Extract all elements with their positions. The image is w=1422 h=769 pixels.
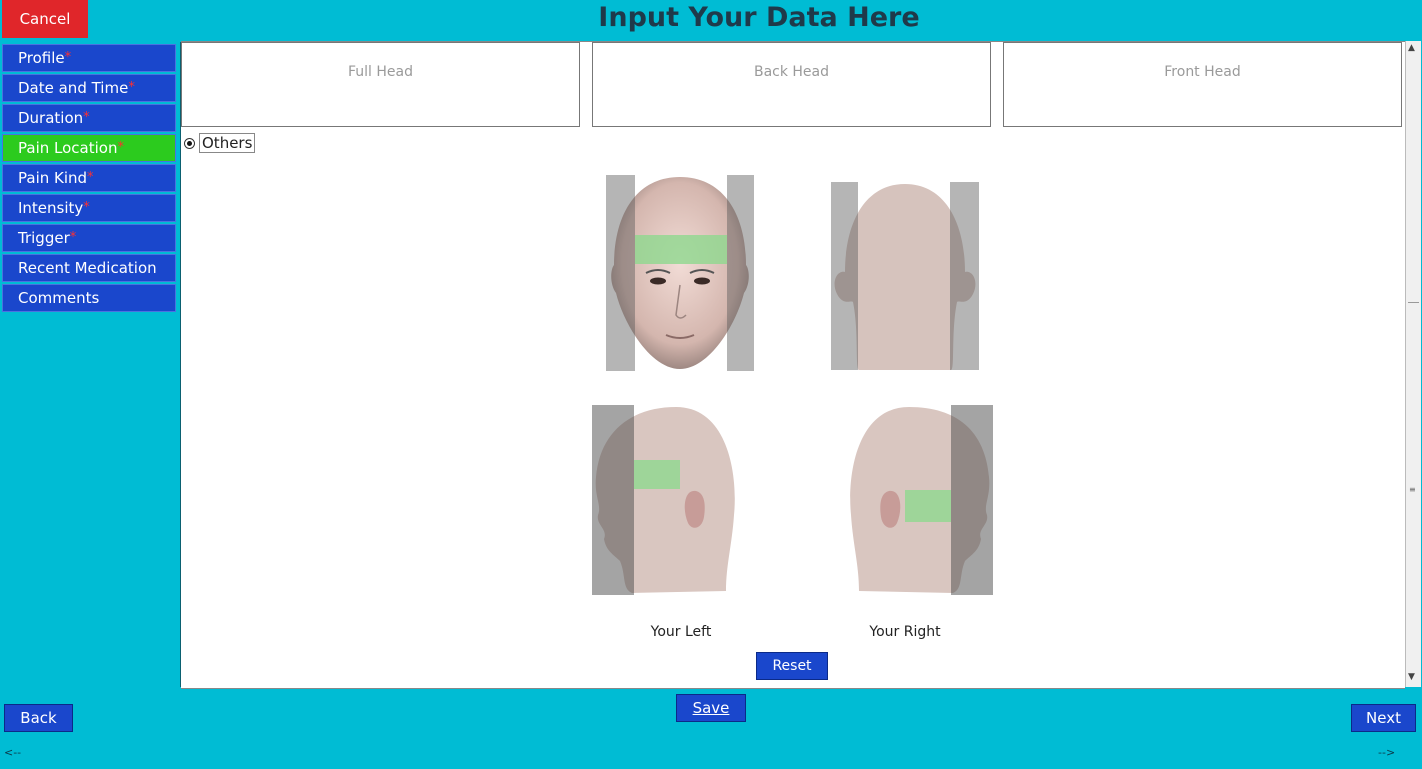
scroll-up-arrow-icon[interactable]: ▲ xyxy=(1408,43,1415,53)
required-marker: * xyxy=(83,200,90,215)
right-profile-head-image[interactable] xyxy=(847,405,993,595)
sidebar-item-comments[interactable]: Comments xyxy=(2,284,176,312)
required-marker: * xyxy=(128,80,135,95)
your-right-caption: Your Right xyxy=(869,624,941,640)
pain-location-panel: Full Head Back Head Front Head Others Yo… xyxy=(181,41,1405,689)
sidebar-item-label: Date and Time xyxy=(18,79,129,97)
pain-highlight-forehead xyxy=(635,235,727,264)
header-bar: Cancel Input Your Data Here xyxy=(0,0,1422,40)
your-left-caption: Your Left xyxy=(650,624,712,640)
sidebar-item-label: Intensity xyxy=(18,199,84,217)
sidebar-item-label: Profile xyxy=(18,49,65,67)
sidebar-item-label: Duration xyxy=(18,109,84,127)
back-arrow-indicator: <-- xyxy=(4,746,22,759)
sidebar-item-label: Comments xyxy=(18,289,100,307)
next-arrow-indicator: --> xyxy=(1378,746,1396,759)
next-button[interactable]: Next xyxy=(1351,704,1416,732)
sidebar-item-recent-medication[interactable]: Recent Medication xyxy=(2,254,176,282)
full-head-option[interactable]: Full Head xyxy=(181,42,580,127)
back-head-image[interactable] xyxy=(831,182,979,370)
sidebar-item-label: Pain Location xyxy=(18,139,118,157)
vertical-scrollbar[interactable]: ▲ ≡ ▼ xyxy=(1405,41,1421,687)
required-marker: * xyxy=(69,230,77,245)
front-face-image[interactable] xyxy=(606,175,754,371)
scroll-down-arrow-icon[interactable]: ▼ xyxy=(1408,672,1415,682)
others-label: Others xyxy=(199,133,256,153)
reset-button[interactable]: Reset xyxy=(756,652,828,680)
sidebar-item-profile[interactable]: Profile* xyxy=(2,44,176,72)
sidebar-item-intensity[interactable]: Intensity* xyxy=(2,194,176,222)
sidebar-item-pain-kind[interactable]: Pain Kind* xyxy=(2,164,176,192)
front-head-option[interactable]: Front Head xyxy=(1003,42,1402,127)
left-profile-head-image[interactable] xyxy=(592,405,738,595)
save-button[interactable]: Save xyxy=(676,694,746,722)
required-marker: * xyxy=(83,110,90,125)
sidebar-item-pain-location[interactable]: Pain Location* xyxy=(2,134,176,162)
sidebar-item-label: Recent Medication xyxy=(18,259,157,277)
pain-highlight-right-temple xyxy=(905,490,951,522)
back-head-option[interactable]: Back Head xyxy=(592,42,991,127)
required-marker: * xyxy=(117,140,124,155)
sidebar-item-trigger[interactable]: Trigger* xyxy=(2,224,176,252)
pain-highlight-left-temple xyxy=(634,460,680,489)
back-button[interactable]: Back xyxy=(4,704,73,732)
scrollbar-thumb[interactable] xyxy=(1408,302,1419,315)
required-marker: * xyxy=(64,50,72,65)
sidebar-item-label: Trigger xyxy=(18,229,70,247)
page-title: Input Your Data Here xyxy=(598,2,920,33)
sidebar-item-duration[interactable]: Duration* xyxy=(2,104,176,132)
scrollbar-grip-icon: ≡ xyxy=(1409,485,1416,494)
sidebar-item-label: Pain Kind xyxy=(18,169,88,187)
required-marker: * xyxy=(87,170,94,185)
sidebar-item-date-and-time[interactable]: Date and Time* xyxy=(2,74,176,102)
radio-selected-icon[interactable] xyxy=(184,137,195,149)
sidebar: Profile* Date and Time* Duration* Pain L… xyxy=(0,42,181,687)
others-radio-option[interactable]: Others xyxy=(184,133,256,153)
